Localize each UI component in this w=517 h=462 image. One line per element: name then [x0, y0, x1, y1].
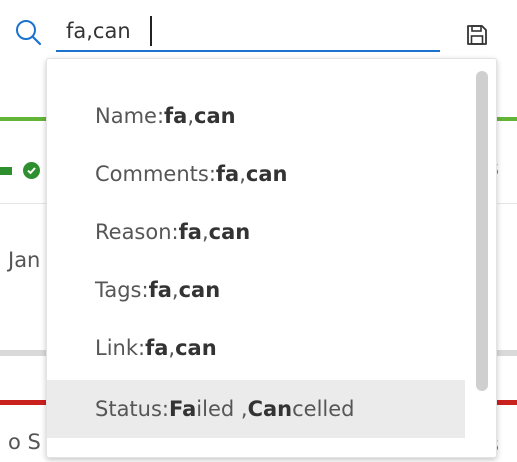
background-row-text: o S — [8, 430, 41, 454]
suggestion-text: , — [171, 278, 179, 302]
search-bar — [0, 0, 517, 60]
suggestion-item[interactable]: Reason:fa,can — [47, 203, 465, 261]
status-bar-failed — [0, 400, 50, 405]
suggestion-match-text: fa — [145, 336, 169, 360]
suggestion-text: iled , — [196, 397, 248, 421]
suggestion-match-text: can — [194, 104, 236, 128]
suggestion-text: celled — [292, 397, 355, 421]
suggestion-item[interactable]: Name:fa,can — [47, 87, 465, 145]
suggestion-match-text: can — [175, 336, 217, 360]
suggestion-field-label: Reason: — [95, 220, 179, 244]
status-square — [0, 167, 12, 175]
search-icon[interactable] — [14, 18, 44, 48]
suggestion-match-text: can — [178, 278, 221, 302]
suggestion-field-label: Link: — [95, 336, 146, 360]
suggestion-field-label: Tags: — [95, 278, 149, 302]
search-input[interactable] — [56, 12, 440, 52]
suggestion-match-text: Fa — [169, 397, 197, 421]
suggestion-match-text: can — [245, 162, 288, 186]
text-cursor — [150, 16, 152, 46]
suggestion-item[interactable]: Link:fa,can — [47, 319, 465, 377]
suggestion-item[interactable]: Tags:fa,can — [47, 261, 465, 319]
suggestion-match-text: can — [208, 220, 251, 244]
search-suggestions-dropdown: Name:fa,can Comments:fa,can Reason:fa,can T… — [46, 58, 497, 458]
suggestion-field-label: Status: — [95, 397, 169, 421]
check-circle-icon — [23, 162, 40, 179]
suggestion-match-text: fa — [164, 104, 188, 128]
suggestion-field-label: Name: — [95, 104, 165, 128]
scrollbar[interactable] — [473, 67, 491, 447]
suggestion-match-text: fa — [178, 220, 202, 244]
suggestion-item[interactable]: Comments:fa,can — [47, 145, 465, 203]
suggestion-match-text: Can — [247, 397, 293, 421]
scrollbar-thumb[interactable] — [476, 71, 488, 391]
suggestion-match-text: fa — [215, 162, 240, 186]
status-bar-neutral — [0, 350, 50, 356]
suggestion-match-text: fa — [148, 278, 172, 302]
status-bar-success — [0, 117, 50, 121]
suggestion-field-label: Comments: — [95, 162, 216, 186]
suggestion-text: , — [239, 162, 246, 186]
suggestion-text: , — [201, 220, 209, 244]
background-date-text: Jan — [8, 248, 41, 272]
suggestion-item[interactable]: Status:Failed ,Cancelled — [47, 380, 465, 438]
save-icon[interactable] — [466, 24, 488, 46]
